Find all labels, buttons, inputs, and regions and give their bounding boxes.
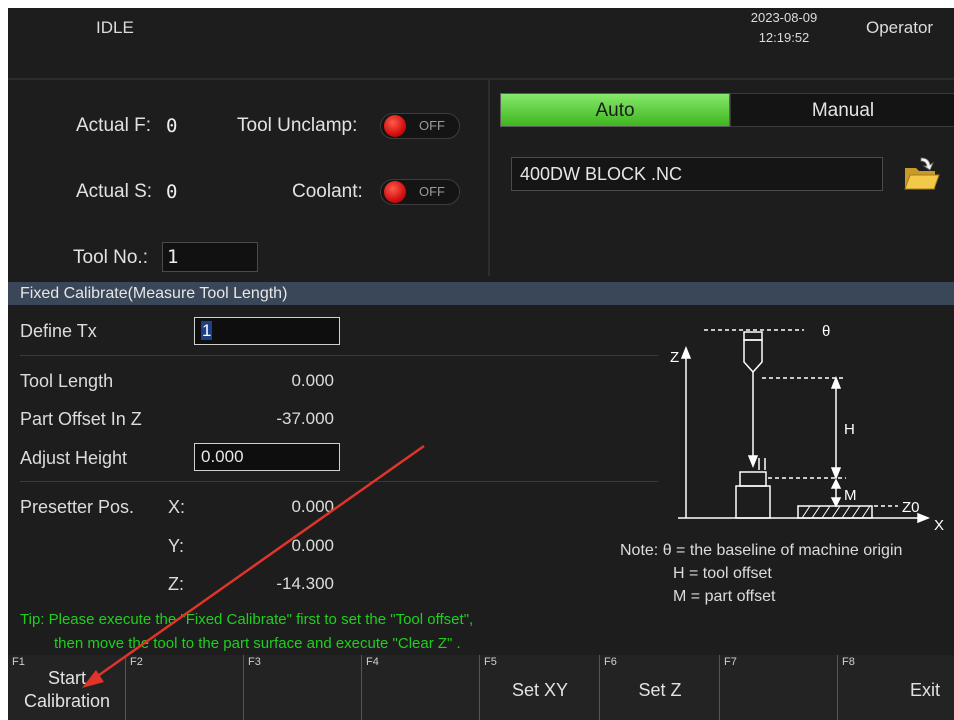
annotation-arrow-line bbox=[91, 444, 425, 682]
annotation-arrow bbox=[82, 444, 425, 688]
